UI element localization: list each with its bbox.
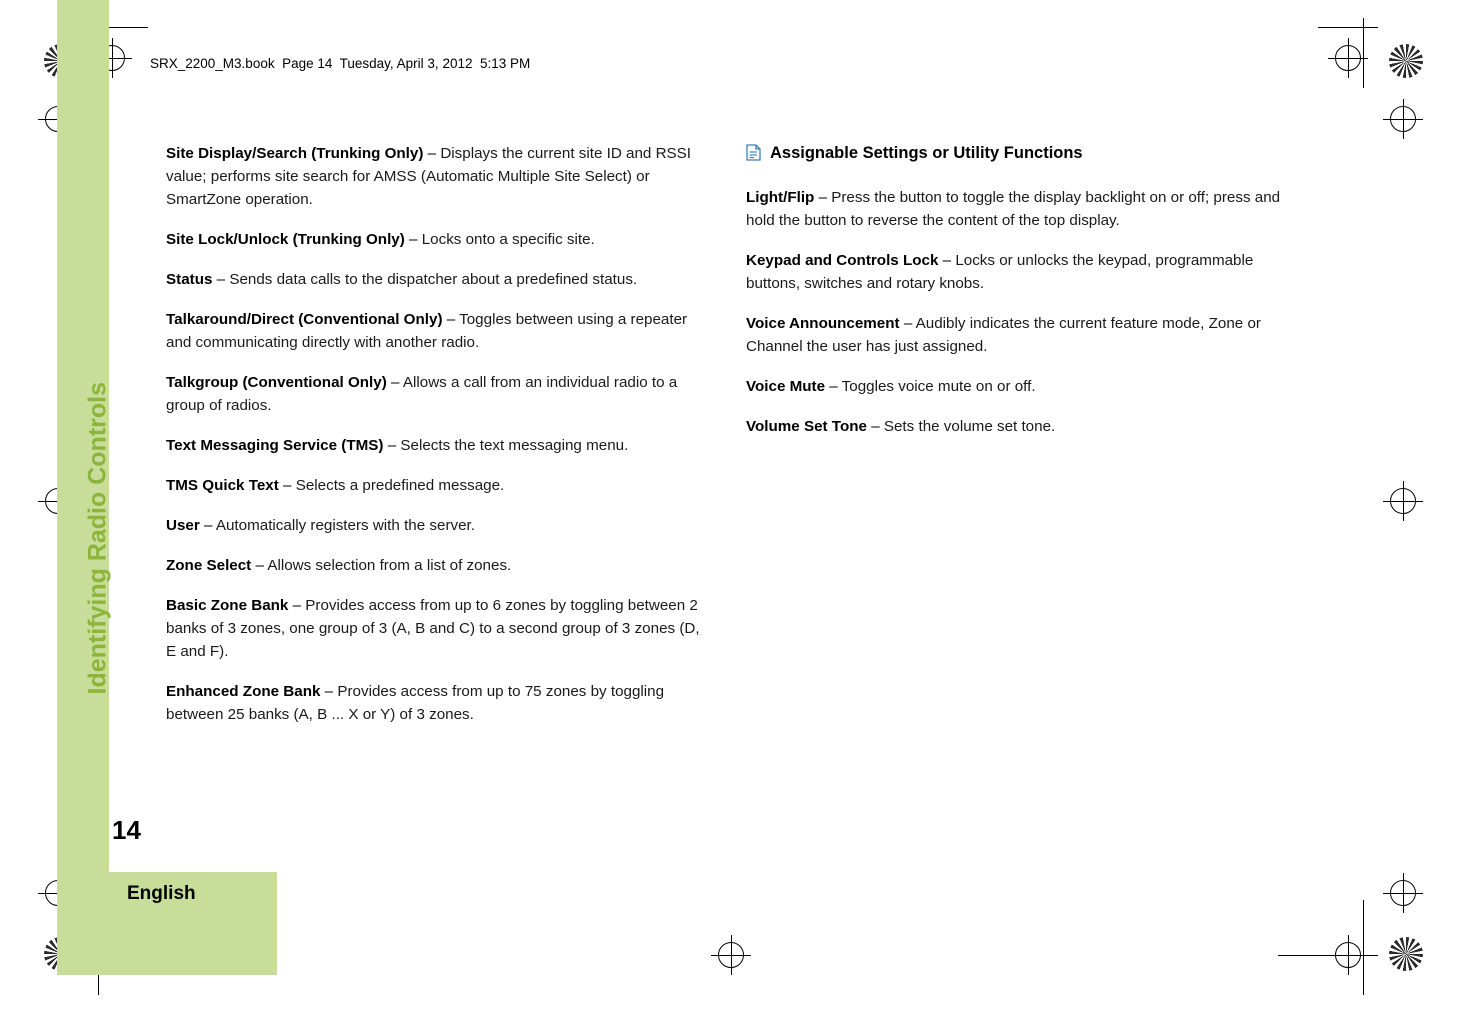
- term-dash: –: [871, 418, 880, 435]
- left-text-column: Site Display/Search (Trunking Only) – Di…: [166, 142, 701, 743]
- term-description: Locks onto a specific site.: [417, 231, 595, 248]
- term-label: Basic Zone Bank: [166, 597, 289, 614]
- term-label: Text Messaging Service (TMS): [166, 437, 384, 454]
- term-dash: –: [324, 683, 334, 700]
- trim-line-right-vertical: [1363, 18, 1364, 88]
- registration-cross-right-middle: [1383, 481, 1423, 521]
- term-dash: –: [409, 231, 418, 248]
- term-description: Toggles voice mute on or off.: [837, 378, 1036, 395]
- term-label: Site Lock/Unlock (Trunking Only): [166, 231, 405, 248]
- term-dash: –: [446, 311, 456, 328]
- term-label: User: [166, 517, 200, 534]
- registration-star-top-right: [1389, 44, 1423, 78]
- registration-star-bottom-right: [1389, 937, 1423, 971]
- definition-paragraph: Text Messaging Service (TMS) – Selects t…: [166, 434, 701, 457]
- term-label: Voice Announcement: [746, 315, 900, 332]
- term-label: Enhanced Zone Bank: [166, 683, 321, 700]
- term-description: Selects the text messaging menu.: [396, 437, 629, 454]
- definition-paragraph: Site Display/Search (Trunking Only) – Di…: [166, 142, 701, 211]
- term-description: Selects a predefined message.: [291, 477, 505, 494]
- definition-paragraph: Enhanced Zone Bank – Provides access fro…: [166, 680, 701, 726]
- definition-paragraph: Site Lock/Unlock (Trunking Only) – Locks…: [166, 228, 701, 251]
- definition-paragraph: Keypad and Controls Lock – Locks or unlo…: [746, 249, 1281, 295]
- term-dash: –: [829, 378, 838, 395]
- term-label: Voice Mute: [746, 378, 826, 395]
- term-description: Automatically registers with the server.: [212, 517, 475, 534]
- term-label: Status: [166, 271, 213, 288]
- term-label: Talkgroup (Conventional Only): [166, 374, 387, 391]
- term-description: Press the button to toggle the display b…: [746, 189, 1281, 229]
- book-file-header: SRX_2200_M3.book Page 14 Tuesday, April …: [150, 56, 531, 71]
- language-label: English: [127, 883, 196, 904]
- registration-cross-right-lower: [1383, 873, 1423, 913]
- right-text-column: Assignable Settings or Utility Functions…: [746, 142, 1281, 455]
- trim-line-right-vertical-bottom: [1363, 900, 1364, 995]
- term-dash: –: [818, 189, 828, 206]
- definition-paragraph: TMS Quick Text – Selects a predefined me…: [166, 474, 701, 497]
- trim-line-bottom-horizontal-right: [1278, 955, 1378, 956]
- definition-paragraph: User – Automatically registers with the …: [166, 514, 701, 537]
- page-icon: [746, 144, 761, 168]
- term-dash: –: [903, 315, 913, 332]
- term-dash: –: [283, 477, 292, 494]
- term-label: Zone Select: [166, 557, 252, 574]
- definition-paragraph: Voice Mute – Toggles voice mute on or of…: [746, 375, 1281, 398]
- definition-paragraph: Talkaround/Direct (Conventional Only) – …: [166, 308, 701, 354]
- definition-paragraph: Talkgroup (Conventional Only) – Allows a…: [166, 371, 701, 417]
- section-heading-label: Assignable Settings or Utility Functions: [770, 144, 1083, 162]
- term-label: Light/Flip: [746, 189, 815, 206]
- term-dash: –: [216, 271, 226, 288]
- section-heading: Assignable Settings or Utility Functions: [746, 142, 1281, 168]
- term-description: Allows selection from a list of zones.: [263, 557, 512, 574]
- term-dash: –: [255, 557, 264, 574]
- term-label: Volume Set Tone: [746, 418, 867, 435]
- registration-cross-top-right: [1328, 38, 1368, 78]
- term-label: Site Display/Search (Trunking Only): [166, 145, 424, 162]
- definition-paragraph: Basic Zone Bank – Provides access from u…: [166, 594, 701, 663]
- definition-paragraph: Light/Flip – Press the button to toggle …: [746, 186, 1281, 232]
- registration-cross-bottom-center: [711, 935, 751, 975]
- term-dash: –: [942, 252, 952, 269]
- term-dash: –: [292, 597, 302, 614]
- term-label: TMS Quick Text: [166, 477, 279, 494]
- definition-paragraph: Voice Announcement – Audibly indicates t…: [746, 312, 1281, 358]
- trim-line-top-horizontal-right: [1318, 27, 1378, 28]
- term-label: Talkaround/Direct (Conventional Only): [166, 311, 443, 328]
- page-number: 14: [112, 815, 141, 845]
- definition-paragraph: Zone Select – Allows selection from a li…: [166, 554, 701, 577]
- registration-cross-right-upper: [1383, 99, 1423, 139]
- chapter-title: Identifying Radio Controls: [83, 382, 112, 695]
- term-dash: –: [387, 437, 397, 454]
- chapter-side-band: Identifying Radio Controls: [57, 0, 112, 975]
- term-description: Sets the volume set tone.: [879, 418, 1056, 435]
- term-label: Keypad and Controls Lock: [746, 252, 939, 269]
- definition-paragraph: Status – Sends data calls to the dispatc…: [166, 268, 701, 291]
- definition-paragraph: Volume Set Tone – Sets the volume set to…: [746, 415, 1281, 438]
- term-description: Sends data calls to the dispatcher about…: [225, 271, 638, 288]
- term-dash: –: [427, 145, 437, 162]
